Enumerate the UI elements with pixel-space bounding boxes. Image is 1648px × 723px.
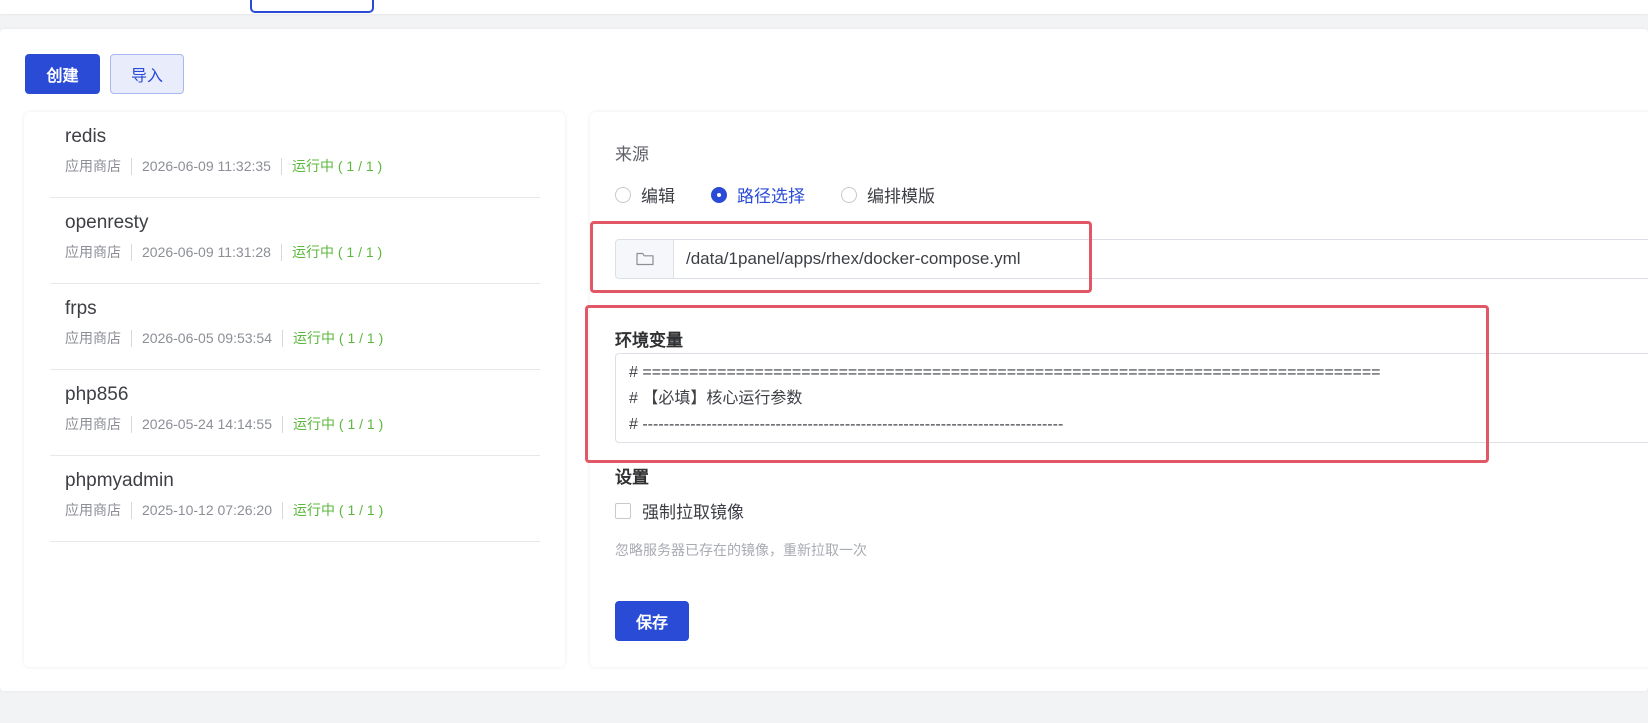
app-source: 应用商店 <box>65 502 121 518</box>
meta-divider <box>131 329 132 347</box>
app-created-time: 2026-06-05 09:53:54 <box>142 330 272 346</box>
app-status: 运行中 ( 1 / 1 ) <box>293 502 384 518</box>
app-list-panel: redis 应用商店 2026-06-09 11:32:35 运行中 ( 1 /… <box>24 112 565 667</box>
folder-icon <box>635 252 654 266</box>
env-line: # ======================================… <box>629 364 1381 381</box>
app-name: openresty <box>65 212 149 233</box>
top-tab-bar <box>0 0 1648 14</box>
app-name: php856 <box>65 384 129 405</box>
app-source: 应用商店 <box>65 416 121 432</box>
env-line: # --------------------------------------… <box>629 416 1064 433</box>
app-status: 运行中 ( 1 / 1 ) <box>293 416 384 432</box>
app-status: 运行中 ( 1 / 1 ) <box>291 244 383 260</box>
radio-edit[interactable]: 编辑 <box>615 182 675 207</box>
list-item[interactable]: frps 应用商店 2026-06-05 09:53:54 运行中 ( 1 / … <box>50 284 540 370</box>
compose-detail-panel: 来源 编辑 路径选择 编排模版 /data/1panel/apps/rhex/d… <box>590 112 1648 667</box>
radio-path-select[interactable]: 路径选择 <box>711 182 805 207</box>
list-item[interactable]: php856 应用商店 2026-05-24 14:14:55 运行中 ( 1 … <box>50 370 540 456</box>
app-meta: 应用商店 2026-06-09 11:32:35 运行中 ( 1 / 1 ) <box>65 156 382 176</box>
app-status: 运行中 ( 1 / 1 ) <box>291 158 383 174</box>
meta-divider <box>282 329 283 347</box>
active-tab-indicator[interactable] <box>250 0 374 13</box>
radio-circle[interactable] <box>615 186 631 203</box>
folder-picker-button[interactable] <box>616 240 674 278</box>
path-value: /data/1panel/apps/rhex/docker-compose.ym… <box>686 249 1021 268</box>
meta-divider <box>282 501 283 519</box>
source-label: 来源 <box>615 145 649 164</box>
env-line: # 【必填】核心运行参数 <box>629 390 803 407</box>
app-created-time: 2026-05-24 14:14:55 <box>142 416 272 432</box>
meta-divider <box>280 243 282 261</box>
list-item[interactable]: redis 应用商店 2026-06-09 11:32:35 运行中 ( 1 /… <box>50 112 540 198</box>
force-pull-label: 强制拉取镜像 <box>642 503 744 522</box>
env-textarea[interactable]: # ======================================… <box>615 353 1648 443</box>
app-name: phpmyadmin <box>65 470 174 491</box>
radio-label: 编辑 <box>641 187 675 206</box>
settings-label: 设置 <box>615 468 649 487</box>
app-meta: 应用商店 2026-06-09 11:31:28 运行中 ( 1 / 1 ) <box>65 242 382 262</box>
app-source: 应用商店 <box>65 330 121 346</box>
app-meta: 应用商店 2026-05-24 14:14:55 运行中 ( 1 / 1 ) <box>65 414 383 434</box>
meta-divider <box>280 157 282 175</box>
meta-divider <box>131 415 132 433</box>
app-source: 应用商店 <box>65 244 121 260</box>
env-label: 环境变量 <box>615 331 683 350</box>
radio-label: 编排模版 <box>867 187 935 206</box>
app-status: 运行中 ( 1 / 1 ) <box>293 330 384 346</box>
force-pull-option[interactable]: 强制拉取镜像 <box>615 498 744 523</box>
app-created-time: 2026-06-09 11:31:28 <box>142 244 271 260</box>
meta-divider <box>131 501 132 519</box>
app-created-time: 2026-06-09 11:32:35 <box>142 158 271 174</box>
radio-template[interactable]: 编排模版 <box>841 182 935 207</box>
create-button[interactable]: 创建 <box>25 54 100 94</box>
app-name: redis <box>65 126 107 147</box>
import-button[interactable]: 导入 <box>110 54 184 94</box>
radio-circle[interactable] <box>711 186 727 203</box>
force-pull-checkbox[interactable] <box>615 502 631 519</box>
save-button[interactable]: 保存 <box>615 601 689 641</box>
app-meta: 应用商店 2025-10-12 07:26:20 运行中 ( 1 / 1 ) <box>65 500 383 520</box>
app-source: 应用商店 <box>65 158 121 174</box>
list-item[interactable]: openresty 应用商店 2026-06-09 11:31:28 运行中 (… <box>50 198 540 284</box>
list-item[interactable]: phpmyadmin 应用商店 2025-10-12 07:26:20 运行中 … <box>50 456 540 542</box>
app-name: frps <box>65 298 97 319</box>
meta-divider <box>131 243 132 261</box>
force-pull-hint: 忽略服务器已存在的镜像，重新拉取一次 <box>615 542 867 558</box>
meta-divider <box>131 157 132 175</box>
radio-circle[interactable] <box>841 186 857 203</box>
app-meta: 应用商店 2026-06-05 09:53:54 运行中 ( 1 / 1 ) <box>65 328 383 348</box>
compose-path-input[interactable]: /data/1panel/apps/rhex/docker-compose.ym… <box>615 239 1648 279</box>
app-created-time: 2025-10-12 07:26:20 <box>142 502 272 518</box>
radio-label: 路径选择 <box>737 187 805 206</box>
meta-divider <box>282 415 283 433</box>
source-radio-group: 编辑 路径选择 编排模版 <box>615 182 971 207</box>
